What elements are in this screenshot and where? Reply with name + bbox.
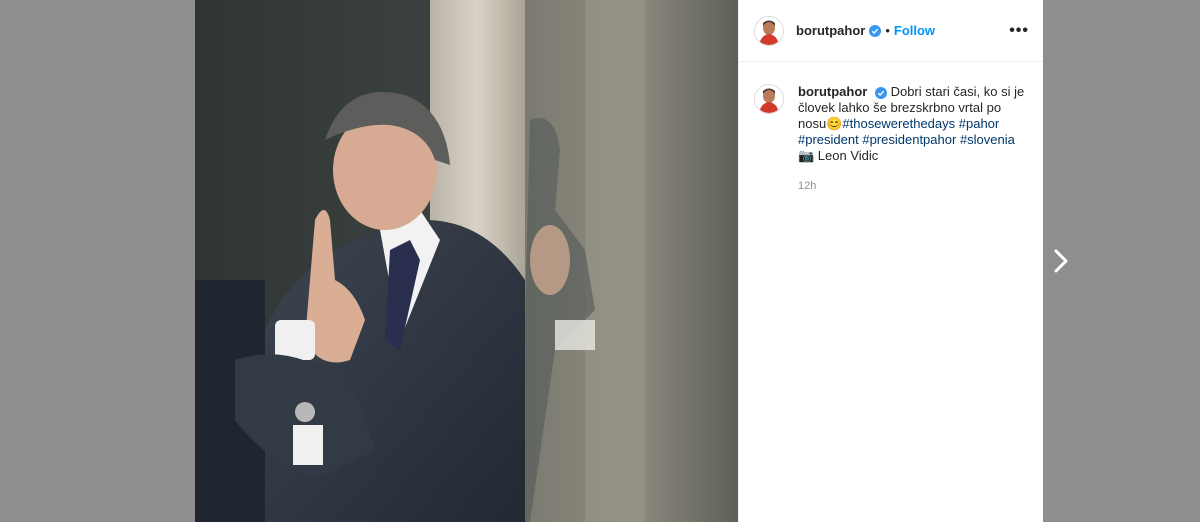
separator-dot: •: [885, 23, 890, 38]
timestamp[interactable]: 12h: [798, 178, 1029, 194]
hashtag-link[interactable]: #president: [798, 132, 859, 147]
post-dialog: borutpahor • Follow ••• borutpahor Dobri…: [195, 0, 1043, 522]
post-photo-image: [195, 0, 738, 522]
hashtag-link[interactable]: #pahor: [959, 116, 999, 131]
caption-body: borutpahor Dobri stari časi, ko si je čl…: [798, 84, 1029, 194]
hashtag-link[interactable]: #slovenia: [960, 132, 1015, 147]
post-header: borutpahor • Follow •••: [739, 0, 1043, 62]
post-side-panel: borutpahor • Follow ••• borutpahor Dobri…: [738, 0, 1043, 522]
avatar[interactable]: [754, 15, 784, 46]
verified-badge-icon: [874, 86, 887, 99]
hashtag-link[interactable]: #thosewerethedays: [842, 116, 955, 131]
avatar[interactable]: [754, 84, 784, 114]
hashtag-link[interactable]: #presidentpahor: [862, 132, 956, 147]
username[interactable]: borutpahor: [796, 23, 865, 38]
more-options-icon[interactable]: •••: [1009, 22, 1029, 40]
chevron-right-icon[interactable]: [1050, 246, 1072, 276]
post-photo[interactable]: [195, 0, 738, 522]
caption: borutpahor Dobri stari časi, ko si je čl…: [739, 62, 1043, 194]
verified-badge-icon: [869, 24, 882, 37]
follow-button[interactable]: Follow: [894, 23, 935, 38]
caption-username[interactable]: borutpahor: [798, 84, 867, 99]
photo-credit: 📷 Leon Vidic: [798, 148, 879, 163]
